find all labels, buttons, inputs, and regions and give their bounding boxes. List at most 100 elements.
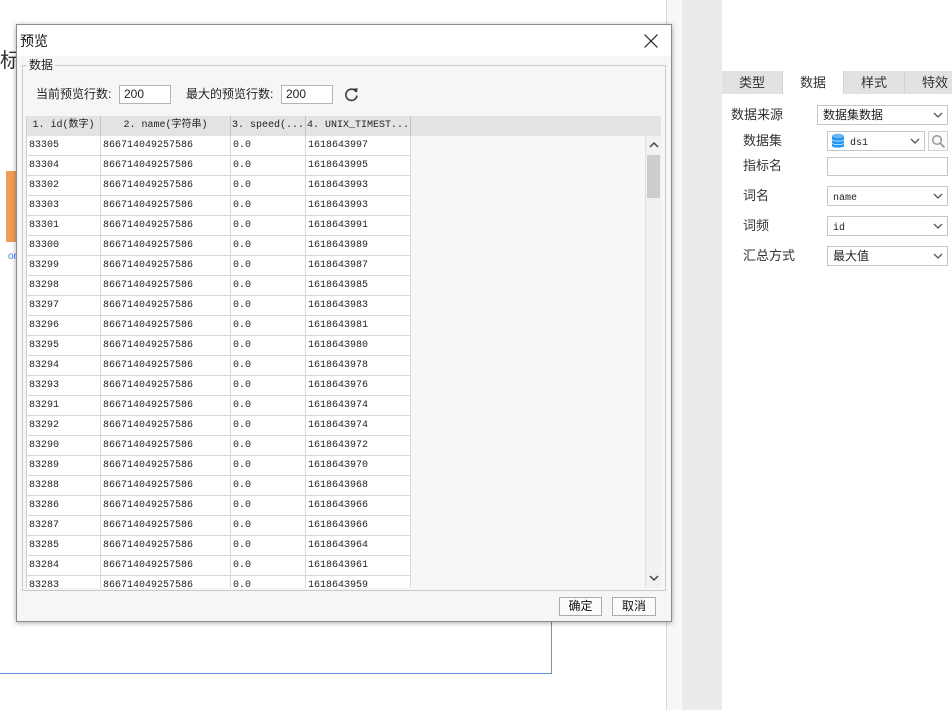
table-row[interactable]: 83299 866714049257586 0.0 1618643987 xyxy=(27,256,645,276)
dataset-select[interactable]: ds1 xyxy=(827,131,925,151)
column-header[interactable]: 2. name(字符串) xyxy=(101,116,231,136)
table-cell: 0.0 xyxy=(231,536,306,556)
table-body[interactable]: 83305 866714049257586 0.0 1618643997 83304 86… xyxy=(27,136,645,588)
table-cell: 83301 xyxy=(27,216,101,236)
table-cell: 866714049257586 xyxy=(101,316,231,336)
table-row[interactable]: 83298 866714049257586 0.0 1618643985 xyxy=(27,276,645,296)
summary-method-label: 汇总方式 xyxy=(743,248,796,263)
ok-button[interactable]: 确定 xyxy=(559,597,602,616)
tab-type[interactable]: 类型 xyxy=(722,71,783,94)
table-cell: 866714049257586 xyxy=(101,356,231,376)
tab-data[interactable]: 数据 xyxy=(783,71,844,94)
refresh-button[interactable] xyxy=(344,87,359,102)
indicator-name-label: 指标名 xyxy=(743,158,783,173)
table-row[interactable]: 83302 866714049257586 0.0 1618643993 xyxy=(27,176,645,196)
table-cell: 0.0 xyxy=(231,376,306,396)
tab-style[interactable]: 样式 xyxy=(844,71,905,94)
chevron-down-icon xyxy=(933,253,943,259)
indicator-name-input[interactable] xyxy=(827,157,948,176)
table-cell: 0.0 xyxy=(231,196,306,216)
table-row[interactable]: 83300 866714049257586 0.0 1618643989 xyxy=(27,236,645,256)
panel-side-strip xyxy=(682,0,722,710)
table-row[interactable]: 83285 866714049257586 0.0 1618643964 xyxy=(27,536,645,556)
scrollbar-thumb[interactable] xyxy=(647,155,660,198)
word-freq-select[interactable]: id xyxy=(827,216,948,236)
dataset-search-button[interactable] xyxy=(928,131,948,151)
max-rows-input[interactable]: 200 xyxy=(281,85,333,104)
table-cell: 866714049257586 xyxy=(101,396,231,416)
table-row[interactable]: 83292 866714049257586 0.0 1618643974 xyxy=(27,416,645,436)
current-rows-input[interactable]: 200 xyxy=(119,85,171,104)
table-cell: 83292 xyxy=(27,416,101,436)
chevron-down-icon xyxy=(910,138,920,144)
chevron-down-icon[interactable] xyxy=(649,574,659,582)
table-row[interactable]: 83283 866714049257586 0.0 1618643959 xyxy=(27,576,645,588)
table-cell: 83291 xyxy=(27,396,101,416)
summary-method-select[interactable]: 最大值 xyxy=(827,246,948,266)
table-cell: 0.0 xyxy=(231,356,306,376)
table-cell: 0.0 xyxy=(231,316,306,336)
table-cell: 0.0 xyxy=(231,396,306,416)
table-row[interactable]: 83287 866714049257586 0.0 1618643966 xyxy=(27,516,645,536)
dialog-titlebar[interactable]: 预览 xyxy=(17,25,671,56)
table-cell: 83287 xyxy=(27,516,101,536)
table-cell: 83284 xyxy=(27,556,101,576)
table-row[interactable]: 83296 866714049257586 0.0 1618643981 xyxy=(27,316,645,336)
data-source-label: 数据来源 xyxy=(731,107,784,122)
data-source-select[interactable]: 数据集数据 xyxy=(817,105,948,125)
table-cell: 83299 xyxy=(27,256,101,276)
table-row[interactable]: 83291 866714049257586 0.0 1618643974 xyxy=(27,396,645,416)
table-row[interactable]: 83293 866714049257586 0.0 1618643976 xyxy=(27,376,645,396)
table-cell: 1618643985 xyxy=(306,276,411,296)
table-row[interactable]: 83289 866714049257586 0.0 1618643970 xyxy=(27,456,645,476)
table-cell: 1618643961 xyxy=(306,556,411,576)
column-header[interactable]: 1. id(数字) xyxy=(27,116,101,136)
column-header[interactable]: 4. UNIX_TIMEST... xyxy=(306,116,411,136)
table-row[interactable]: 83294 866714049257586 0.0 1618643978 xyxy=(27,356,645,376)
table-cell: 866714049257586 xyxy=(101,516,231,536)
table-row[interactable]: 83295 866714049257586 0.0 1618643980 xyxy=(27,336,645,356)
table-cell: 0.0 xyxy=(231,276,306,296)
dataset-label: 数据集 xyxy=(743,133,783,148)
table-cell: 0.0 xyxy=(231,516,306,536)
table-cell: 1618643987 xyxy=(306,256,411,276)
column-header[interactable]: 3. speed(... xyxy=(231,116,306,136)
table-cell: 866714049257586 xyxy=(101,536,231,556)
search-icon xyxy=(931,134,946,149)
table-row[interactable]: 83284 866714049257586 0.0 1618643961 xyxy=(27,556,645,576)
table-cell: 83294 xyxy=(27,356,101,376)
preview-dialog: 预览 数据 当前预览行数: 200 最大的预览行数: 200 1. id(数字)… xyxy=(16,24,672,622)
data-group-legend: 数据 xyxy=(27,58,56,72)
table-row[interactable]: 83290 866714049257586 0.0 1618643972 xyxy=(27,436,645,456)
word-name-value: name xyxy=(833,193,858,204)
table-row[interactable]: 83297 866714049257586 0.0 1618643983 xyxy=(27,296,645,316)
table-cell: 1618643995 xyxy=(306,156,411,176)
cancel-button[interactable]: 取消 xyxy=(612,597,656,616)
table-cell: 0.0 xyxy=(231,456,306,476)
summary-method-value: 最大值 xyxy=(833,249,870,263)
vertical-scrollbar[interactable] xyxy=(645,136,661,588)
table-cell: 0.0 xyxy=(231,236,306,256)
table-cell: 1618643966 xyxy=(306,496,411,516)
chevron-up-icon[interactable] xyxy=(649,141,659,149)
table-cell: 83297 xyxy=(27,296,101,316)
dialog-close-button[interactable] xyxy=(641,31,661,51)
table-row[interactable]: 83301 866714049257586 0.0 1618643991 xyxy=(27,216,645,236)
max-rows-label: 最大的预览行数: xyxy=(186,87,274,101)
table-row[interactable]: 83305 866714049257586 0.0 1618643997 xyxy=(27,136,645,156)
table-cell: 1618643983 xyxy=(306,296,411,316)
table-cell: 1618643968 xyxy=(306,476,411,496)
table-cell: 83283 xyxy=(27,576,101,588)
table-cell: 866714049257586 xyxy=(101,196,231,216)
table-cell: 1618643997 xyxy=(306,136,411,156)
table-row[interactable]: 83288 866714049257586 0.0 1618643968 xyxy=(27,476,645,496)
table-cell: 1618643976 xyxy=(306,376,411,396)
table-cell: 0.0 xyxy=(231,476,306,496)
word-name-select[interactable]: name xyxy=(827,186,948,206)
tab-effects[interactable]: 特效 xyxy=(905,71,952,94)
word-freq-label: 词频 xyxy=(743,218,770,233)
table-row[interactable]: 83303 866714049257586 0.0 1618643993 xyxy=(27,196,645,216)
preview-table: 1. id(数字) 2. name(字符串) 3. speed(... 4. UNIX… xyxy=(26,116,661,588)
table-row[interactable]: 83304 866714049257586 0.0 1618643995 xyxy=(27,156,645,176)
table-row[interactable]: 83286 866714049257586 0.0 1618643966 xyxy=(27,496,645,516)
